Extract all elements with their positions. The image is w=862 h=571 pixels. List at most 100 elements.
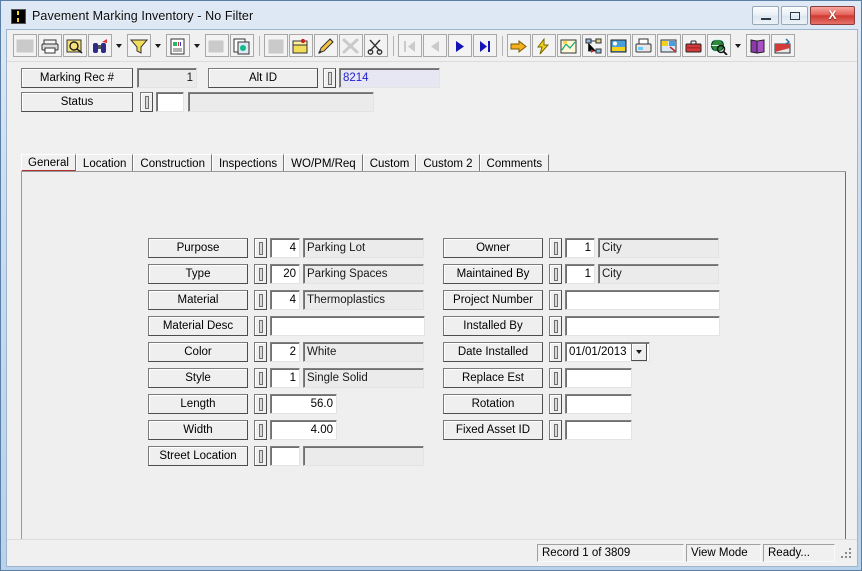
help-book-button[interactable] (746, 34, 770, 57)
globe-search-button[interactable] (707, 34, 731, 57)
purpose-code-input[interactable]: 4 (270, 238, 300, 258)
close-button[interactable]: X (810, 6, 855, 25)
street-location-lookup-button[interactable] (254, 446, 267, 466)
fixed-asset-id-input[interactable] (565, 420, 632, 440)
filter-funnel-dropdown-button[interactable] (152, 34, 164, 57)
project-number-lookup-button[interactable] (549, 290, 562, 310)
length-input[interactable]: 56.0 (270, 394, 337, 414)
material-code-input[interactable]: 4 (270, 290, 300, 310)
rotation-label-button[interactable]: Rotation (443, 394, 543, 414)
replace-est-label-button[interactable]: Replace Est (443, 368, 543, 388)
maintained-by-label-button[interactable]: Maintained By (443, 264, 543, 284)
type-label-button[interactable]: Type (148, 264, 248, 284)
edit-pencil-button[interactable] (314, 34, 338, 57)
date-installed-dropdown-button[interactable] (631, 343, 647, 361)
documents-button[interactable] (657, 34, 681, 57)
owner-lookup-button[interactable] (549, 238, 562, 258)
globe-search-dropdown-button[interactable] (732, 34, 744, 57)
exit-button[interactable] (771, 34, 795, 57)
tree-structure-button[interactable] (582, 34, 606, 57)
toolbox-button[interactable] (682, 34, 706, 57)
replace-est-input[interactable] (565, 368, 632, 388)
maintained-by-lookup-button[interactable] (549, 264, 562, 284)
style-code-input[interactable]: 1 (270, 368, 300, 388)
length-label-button[interactable]: Length (148, 394, 248, 414)
field-row-installed-by: Installed By (443, 316, 720, 336)
owner-label-button[interactable]: Owner (443, 238, 543, 258)
color-lookup-button[interactable] (254, 342, 267, 362)
print-button[interactable] (38, 34, 62, 57)
rotation-input[interactable] (565, 394, 632, 414)
field-row-street-location: Street Location (148, 446, 425, 466)
find-binoculars-button[interactable] (88, 34, 112, 57)
width-label-button[interactable]: Width (148, 420, 248, 440)
alt-id-lookup-button[interactable] (323, 68, 336, 88)
tab-custom[interactable]: Custom (362, 154, 417, 172)
installed-by-label-button[interactable]: Installed By (443, 316, 543, 336)
fax-button[interactable] (632, 34, 656, 57)
project-number-label-button[interactable]: Project Number (443, 290, 543, 310)
tab-construction[interactable]: Construction (133, 154, 212, 172)
tab-inspections[interactable]: Inspections (211, 154, 285, 172)
installed-by-lookup-button[interactable] (549, 316, 562, 336)
copy-record-button[interactable] (230, 34, 254, 57)
type-code-input[interactable]: 20 (270, 264, 300, 284)
find-binoculars-dropdown-button[interactable] (113, 34, 125, 57)
map-layers-button[interactable] (557, 34, 581, 57)
alt-id-input[interactable]: 8214 (339, 68, 440, 88)
material-desc-lookup-button[interactable] (254, 316, 267, 336)
fixed-asset-id-lookup-button[interactable] (549, 420, 562, 440)
minimize-button[interactable] (752, 6, 779, 25)
street-location-code-input[interactable] (270, 446, 300, 466)
maximize-button[interactable] (781, 6, 808, 25)
tab-wo-pm-req[interactable]: WO/PM/Req (284, 154, 363, 172)
fixed-asset-id-label-button[interactable]: Fixed Asset ID (443, 420, 543, 440)
marking-rec-label-button[interactable]: Marking Rec # (21, 68, 133, 88)
style-lookup-button[interactable] (254, 368, 267, 388)
width-lookup-button[interactable] (254, 420, 267, 440)
street-location-label-button[interactable]: Street Location (148, 446, 248, 466)
field-row-replace-est: Replace Est (443, 368, 720, 388)
image-attach-button[interactable] (607, 34, 631, 57)
status-code-input[interactable] (156, 92, 184, 112)
maintained-by-code-input[interactable]: 1 (565, 264, 595, 284)
report-button[interactable] (166, 34, 190, 57)
report-dropdown-button[interactable] (191, 34, 203, 57)
next-record-button[interactable] (448, 34, 472, 57)
last-record-button[interactable] (473, 34, 497, 57)
tab-general[interactable]: General (21, 154, 76, 172)
status-lookup-button[interactable] (140, 92, 153, 112)
lightning-action-button[interactable] (532, 34, 556, 57)
purpose-label-button[interactable]: Purpose (148, 238, 248, 258)
owner-code-input[interactable]: 1 (565, 238, 595, 258)
filter-funnel-button[interactable] (127, 34, 151, 57)
date-installed-input[interactable]: 01/01/2013 (565, 342, 650, 362)
status-label-button[interactable]: Status (21, 92, 133, 112)
color-label-button[interactable]: Color (148, 342, 248, 362)
tab-custom-2[interactable]: Custom 2 (416, 154, 480, 172)
date-installed-lookup-button[interactable] (549, 342, 562, 362)
purpose-lookup-button[interactable] (254, 238, 267, 258)
style-label-button[interactable]: Style (148, 368, 248, 388)
material-desc-input[interactable] (270, 316, 425, 336)
rotation-lookup-button[interactable] (549, 394, 562, 414)
add-record-button[interactable] (289, 34, 313, 57)
installed-by-input[interactable] (565, 316, 720, 336)
print-preview-button[interactable] (63, 34, 87, 57)
material-label-button[interactable]: Material (148, 290, 248, 310)
date-installed-label-button[interactable]: Date Installed (443, 342, 543, 362)
material-lookup-button[interactable] (254, 290, 267, 310)
color-code-input[interactable]: 2 (270, 342, 300, 362)
tab-location[interactable]: Location (75, 154, 134, 172)
length-lookup-button[interactable] (254, 394, 267, 414)
material-desc-label-button[interactable]: Material Desc (148, 316, 248, 336)
project-number-input[interactable] (565, 290, 720, 310)
replace-est-lookup-button[interactable] (549, 368, 562, 388)
tab-comments[interactable]: Comments (479, 154, 550, 172)
width-input[interactable]: 4.00 (270, 420, 337, 440)
goto-arrow-button[interactable] (507, 34, 531, 57)
cut-scissors-button[interactable] (364, 34, 388, 57)
resize-grip[interactable] (839, 546, 853, 560)
alt-id-label-button[interactable]: Alt ID (208, 68, 318, 88)
type-lookup-button[interactable] (254, 264, 267, 284)
